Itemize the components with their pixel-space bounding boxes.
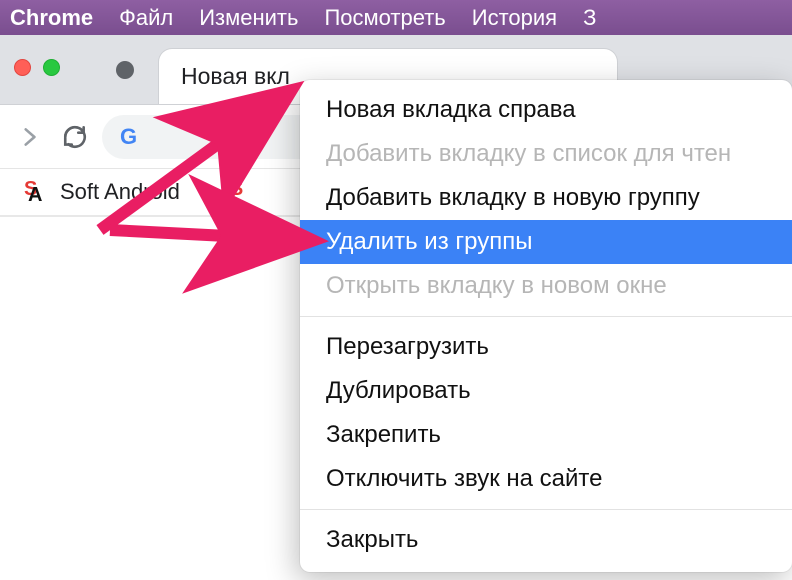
ctx-remove-from-group[interactable]: Удалить из группы	[300, 220, 792, 264]
ctx-duplicate[interactable]: Дублировать	[300, 369, 792, 413]
ctx-reload[interactable]: Перезагрузить	[300, 325, 792, 369]
bookmark-favicon-icon: SA	[24, 181, 46, 203]
ctx-add-to-new-group[interactable]: Добавить вкладку в новую группу	[300, 176, 792, 220]
ctx-pin[interactable]: Закрепить	[300, 413, 792, 457]
tab-context-menu: Новая вкладка справа Добавить вкладку в …	[300, 80, 792, 572]
window-controls	[14, 59, 60, 76]
ctx-add-reading-list: Добавить вкладку в список для чтен	[300, 132, 792, 176]
menubar-item-partial[interactable]: З	[583, 5, 596, 31]
forward-button[interactable]	[14, 122, 44, 152]
ctx-mute-site[interactable]: Отключить звук на сайте	[300, 457, 792, 501]
ctx-open-new-window: Открыть вкладку в новом окне	[300, 264, 792, 308]
bookmark-favicon-icon: S	[230, 181, 252, 203]
tab-group-indicator[interactable]	[116, 61, 134, 79]
menubar-item-file[interactable]: Файл	[119, 5, 173, 31]
reload-button[interactable]	[60, 122, 90, 152]
ctx-separator	[300, 316, 792, 317]
bookmark-item[interactable]: Soft Android	[60, 179, 180, 205]
window-close-button[interactable]	[14, 59, 31, 76]
ctx-new-tab-right[interactable]: Новая вкладка справа	[300, 88, 792, 132]
menubar-item-view[interactable]: Посмотреть	[324, 5, 445, 31]
menubar-item-edit[interactable]: Изменить	[199, 5, 298, 31]
google-logo-icon: G	[120, 124, 136, 150]
ctx-close[interactable]: Закрыть	[300, 518, 792, 562]
tab-title: Новая вкл	[181, 63, 290, 90]
ctx-separator	[300, 509, 792, 510]
menubar-app[interactable]: Chrome	[10, 5, 93, 31]
window-minimize-button[interactable]	[43, 59, 60, 76]
menubar-item-history[interactable]: История	[472, 5, 557, 31]
mac-menubar: Chrome Файл Изменить Посмотреть История …	[0, 0, 792, 35]
